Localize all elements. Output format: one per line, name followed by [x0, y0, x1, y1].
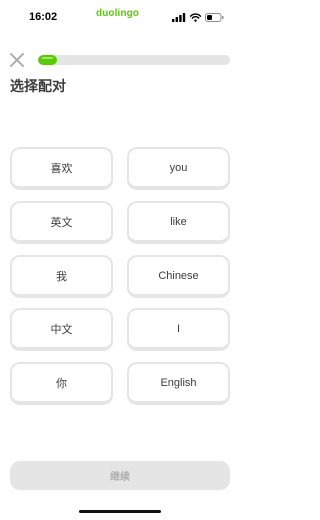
tile-label: like: [170, 215, 187, 228]
tile-label: 英文: [50, 215, 73, 229]
tile-label: English: [160, 376, 197, 389]
match-tile-right[interactable]: you: [127, 147, 230, 190]
match-tile-left[interactable]: 喜欢: [10, 147, 113, 190]
signal-icon: [172, 12, 186, 22]
wifi-icon: [190, 12, 201, 22]
home-indicator: [79, 510, 161, 513]
status-icons: [172, 12, 224, 22]
continue-label: 继续: [110, 472, 130, 483]
tile-label: I: [176, 322, 181, 335]
match-tile-left[interactable]: 你: [10, 362, 113, 405]
brand-logo: duolingo: [96, 8, 140, 19]
lesson-progress-bar: [38, 55, 230, 65]
match-tile-right[interactable]: I: [127, 308, 230, 351]
tile-label: 中文: [50, 322, 73, 336]
tile-label: you: [169, 161, 188, 174]
lesson-progress-fill: [38, 55, 58, 65]
close-button[interactable]: [8, 51, 26, 69]
match-tile-left[interactable]: 我: [10, 255, 113, 298]
match-tile-right[interactable]: Chinese: [127, 255, 230, 298]
close-icon: [8, 53, 26, 73]
instruction-title: 选择配对: [10, 79, 66, 95]
status-bar: 16:02 duolingo: [0, 0, 240, 34]
tile-label: 我: [56, 269, 67, 283]
status-time: 16:02: [29, 11, 58, 23]
tile-label: Chinese: [158, 269, 199, 282]
battery-icon: [205, 12, 224, 22]
match-tile-right[interactable]: like: [127, 201, 230, 244]
match-tile-left[interactable]: 中文: [10, 308, 113, 351]
match-tile-right[interactable]: English: [127, 362, 230, 405]
tile-label: 你: [56, 376, 67, 390]
match-tile-left[interactable]: 英文: [10, 201, 113, 244]
tile-label: 喜欢: [50, 161, 73, 175]
continue-button[interactable]: 继续: [10, 461, 230, 490]
